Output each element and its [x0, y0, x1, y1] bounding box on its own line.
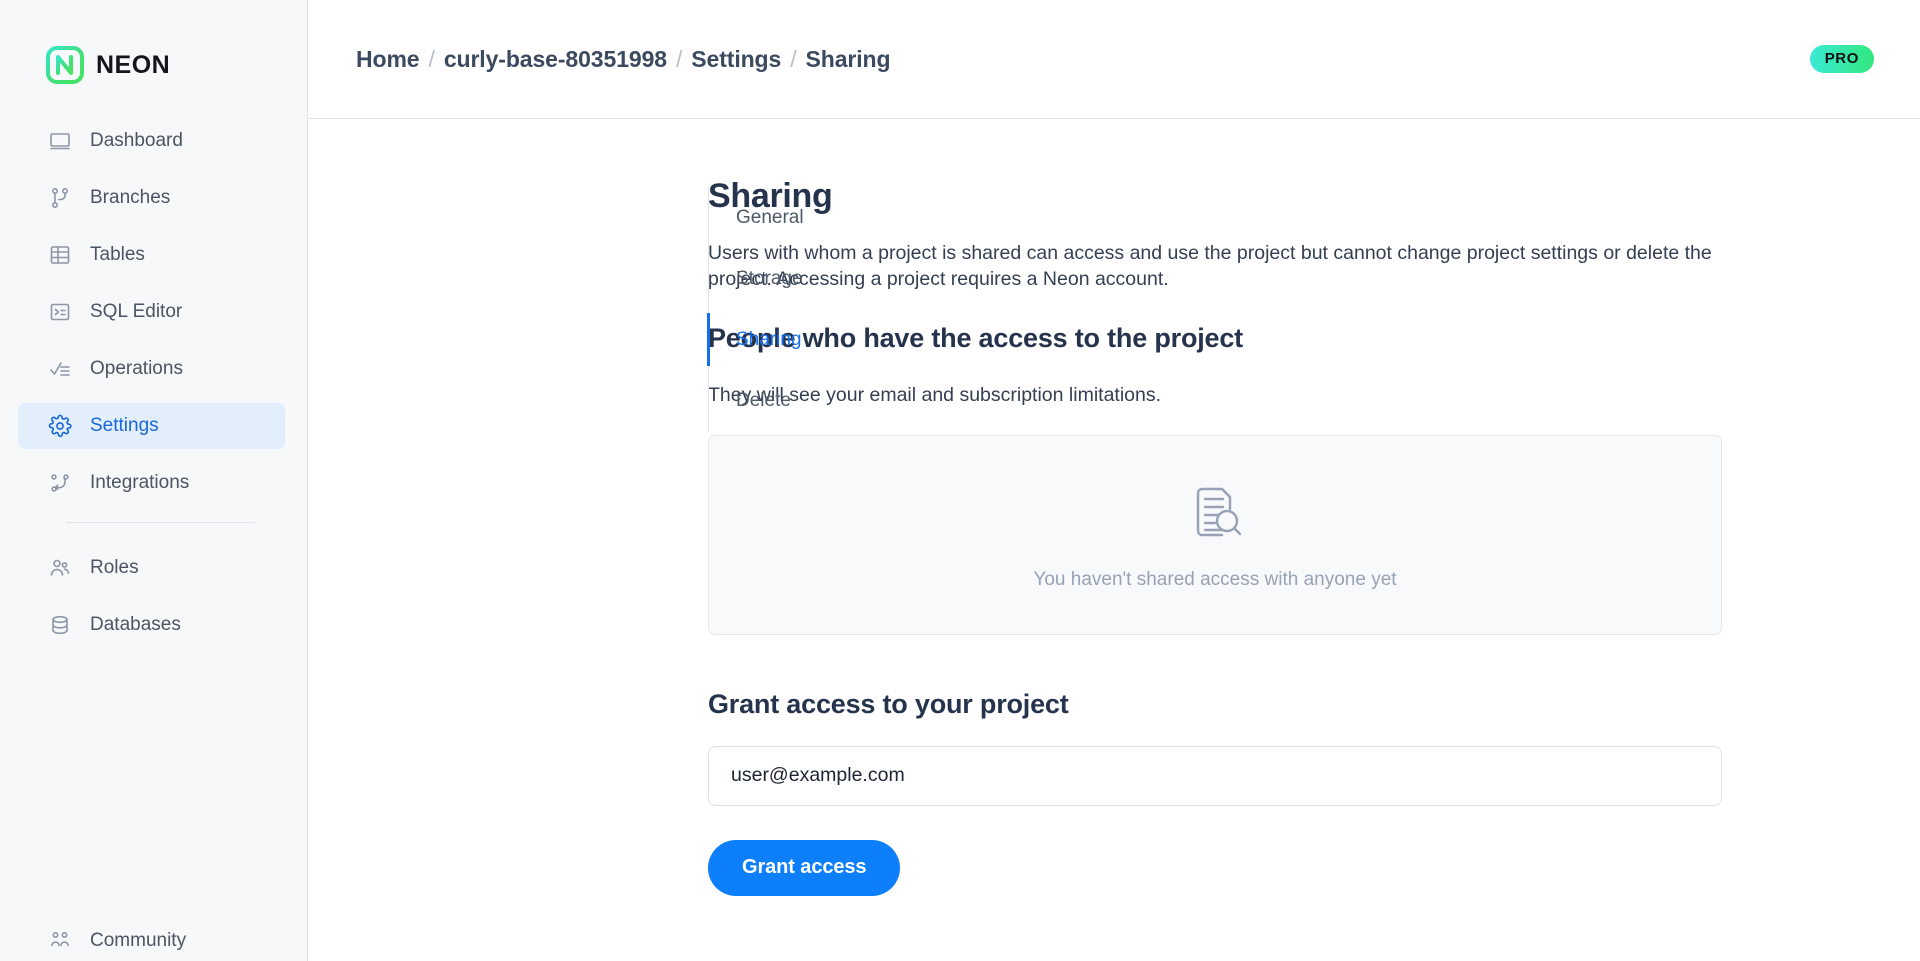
sidebar-item-label: Roles — [90, 557, 139, 578]
sidebar: NEON Dashboard Branches Tables SQL Edito… — [0, 0, 308, 961]
grant-access-heading: Grant access to your project — [708, 688, 1069, 719]
people-access-subtext: They will see your email and subscriptio… — [708, 383, 1162, 406]
dashboard-icon — [48, 129, 72, 153]
subnav-item-label: Storage — [736, 268, 803, 289]
sidebar-nav: Dashboard Branches Tables SQL Editor Ope… — [0, 118, 307, 648]
subnav-item-label: Delete — [736, 390, 791, 411]
sidebar-item-dashboard[interactable]: Dashboard — [18, 118, 285, 164]
sidebar-item-community[interactable]: Community — [18, 918, 285, 961]
main-area: Home / curly-base-80351998 / Settings / … — [308, 0, 1920, 961]
breadcrumb-item-settings[interactable]: Settings — [691, 46, 781, 73]
sidebar-divider — [66, 522, 255, 523]
breadcrumb-item-sharing: Sharing — [805, 45, 891, 72]
breadcrumb-separator: / — [428, 45, 435, 72]
brand-logo[interactable]: NEON — [0, 0, 307, 92]
sidebar-item-branches[interactable]: Branches — [18, 175, 285, 221]
tab-general[interactable]: General — [709, 187, 804, 248]
database-icon — [48, 613, 72, 637]
tab-storage[interactable]: Storage — [709, 248, 803, 309]
page-title: Sharing — [708, 177, 833, 215]
breadcrumb-separator: / — [790, 45, 797, 72]
topbar: Home / curly-base-80351998 / Settings / … — [308, 0, 1920, 119]
sidebar-item-label: Integrations — [90, 472, 190, 493]
breadcrumb-separator: / — [675, 45, 683, 72]
document-search-icon — [1181, 479, 1249, 547]
neon-logo-icon — [46, 46, 84, 84]
page-description: Users with whom a project is shared can … — [708, 242, 1712, 291]
integrations-icon — [48, 471, 72, 495]
empty-state-text: You haven't shared access with anyone ye… — [1033, 568, 1397, 590]
branches-icon — [48, 186, 72, 210]
operations-icon — [48, 357, 72, 381]
sharing-panel: Sharing Users with whom a project is sha… — [708, 119, 1778, 961]
email-field[interactable] — [708, 745, 1722, 806]
sidebar-item-label: Databases — [90, 614, 181, 635]
sidebar-item-label: SQL Editor — [90, 301, 183, 322]
breadcrumb-item-project[interactable]: curly-base-80351998 — [444, 46, 667, 73]
content-area: General Storage Sharing Delete Sharing U… — [308, 119, 1920, 961]
shared-users-empty-state: You haven't shared access with anyone ye… — [708, 434, 1722, 635]
sidebar-item-label: Settings — [90, 415, 159, 436]
brand-name: NEON — [96, 50, 171, 79]
app-root: NEON Dashboard Branches Tables SQL Edito… — [0, 0, 1920, 961]
sidebar-item-sql-editor[interactable]: SQL Editor — [18, 289, 285, 335]
sidebar-item-settings[interactable]: Settings — [18, 403, 285, 449]
settings-subnav: General Storage Sharing Delete — [308, 119, 804, 961]
breadcrumb: Home / curly-base-80351998 / Settings / … — [356, 45, 891, 73]
sidebar-item-label: Dashboard — [90, 130, 183, 151]
people-access-heading: People who have the access to the projec… — [708, 322, 1243, 353]
sidebar-item-label: Operations — [90, 358, 183, 379]
sidebar-item-label: Branches — [90, 187, 171, 208]
sidebar-item-tables[interactable]: Tables — [18, 232, 285, 278]
tab-sharing[interactable]: Sharing — [707, 309, 802, 370]
status-badge-plan: PRO — [1809, 45, 1874, 73]
tab-delete[interactable]: Delete — [709, 370, 791, 431]
breadcrumb-item-home[interactable]: Home — [356, 46, 420, 73]
sidebar-item-label: Community — [90, 930, 187, 951]
subnav-item-label: Sharing — [736, 329, 802, 350]
users-icon — [48, 556, 72, 580]
sidebar-item-operations[interactable]: Operations — [18, 346, 285, 392]
tables-icon — [48, 243, 72, 267]
gear-icon — [48, 414, 72, 438]
sql-editor-icon — [48, 300, 72, 324]
sidebar-bottom-nav: Community — [18, 918, 285, 961]
sidebar-item-roles[interactable]: Roles — [18, 545, 285, 591]
sidebar-item-label: Tables — [90, 244, 145, 265]
community-icon — [48, 929, 72, 953]
sidebar-item-integrations[interactable]: Integrations — [18, 460, 285, 506]
subnav-item-label: General — [736, 207, 804, 228]
grant-access-button[interactable]: Grant access — [708, 839, 901, 896]
sidebar-item-databases[interactable]: Databases — [18, 602, 285, 648]
